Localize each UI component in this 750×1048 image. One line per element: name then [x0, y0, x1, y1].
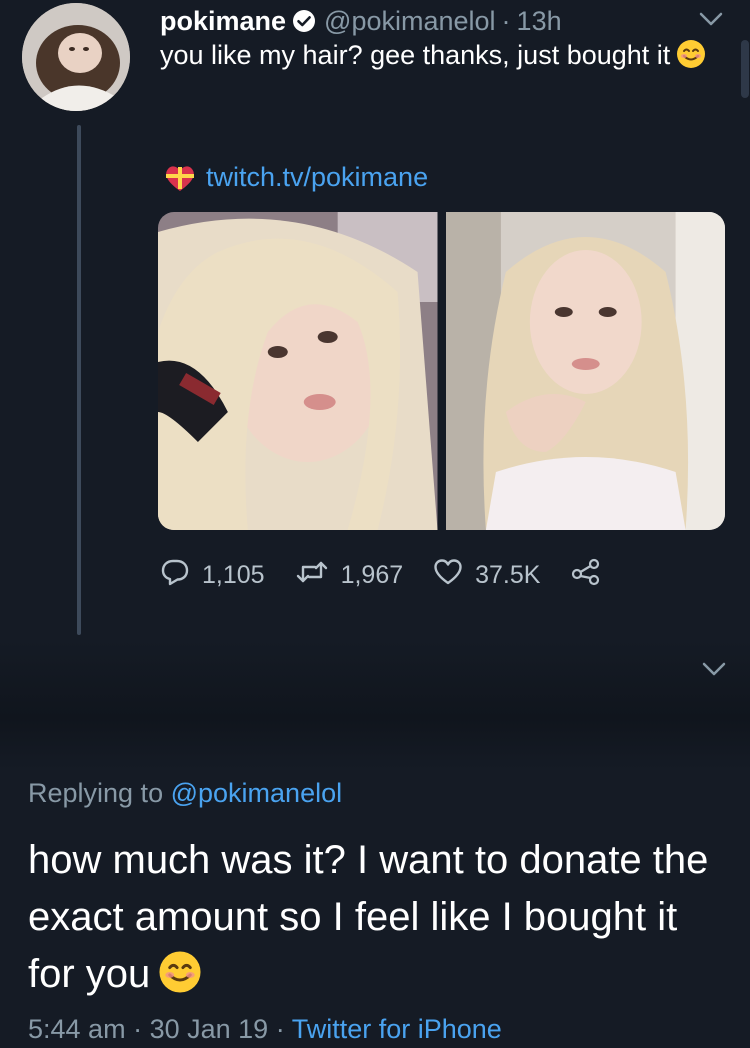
heart-icon — [433, 558, 463, 593]
reply-icon — [160, 558, 190, 593]
separator: · — [133, 1014, 143, 1044]
separator: · — [275, 1014, 285, 1044]
replying-label: Replying to — [28, 778, 164, 808]
handle[interactable]: @pokimanelol — [324, 6, 496, 37]
reply-text: how much was it? I want to donate the ex… — [28, 832, 728, 1010]
reply-date: 30 Jan 19 — [149, 1014, 269, 1044]
reply-time: 5:44 am — [28, 1014, 126, 1044]
thread-line — [77, 125, 81, 635]
share-icon — [570, 558, 602, 593]
photo-1[interactable] — [158, 212, 438, 530]
tweet-body: you like my hair? gee thanks, just bough… — [160, 40, 671, 70]
scrollbar[interactable] — [741, 40, 749, 98]
tweet-actions: 1,105 1,967 37.5K — [160, 558, 602, 593]
gift-heart-emoji — [162, 164, 198, 192]
reply-action[interactable]: 1,105 — [160, 558, 265, 593]
reply-meta: 5:44 am · 30 Jan 19 · Twitter for iPhone — [28, 1014, 502, 1045]
like-count: 37.5K — [475, 561, 541, 589]
replying-to: Replying to @pokimanelol — [28, 778, 342, 809]
link-text[interactable]: twitch.tv/pokimane — [206, 162, 428, 193]
chevron-down-icon[interactable] — [700, 658, 728, 685]
mention-link[interactable]: @pokimanelol — [171, 778, 343, 808]
smiling-face-emoji — [158, 950, 202, 1010]
verified-check-icon — [292, 9, 316, 33]
like-action[interactable]: 37.5K — [433, 558, 540, 593]
share-action[interactable] — [570, 558, 602, 593]
retweet-count: 1,967 — [340, 561, 404, 589]
reply-count: 1,105 — [202, 561, 265, 589]
avatar[interactable] — [22, 3, 130, 111]
timestamp[interactable]: 13h — [517, 6, 562, 37]
media-grid — [158, 212, 725, 530]
obscured-region — [0, 640, 750, 770]
retweet-icon — [295, 559, 329, 592]
tweet-text: you like my hair? gee thanks, just bough… — [160, 38, 730, 77]
reply-body: how much was it? I want to donate the ex… — [28, 838, 709, 996]
twitch-link[interactable]: twitch.tv/pokimane — [162, 162, 428, 193]
photo-2[interactable] — [445, 212, 725, 530]
source-link[interactable]: Twitter for iPhone — [292, 1014, 502, 1044]
separator: · — [501, 5, 511, 36]
chevron-down-icon[interactable] — [697, 8, 725, 35]
retweet-action[interactable]: 1,967 — [295, 559, 404, 592]
tweet-header: pokimane @pokimanelol · 13h — [160, 4, 562, 38]
smiling-face-emoji — [676, 39, 706, 77]
display-name[interactable]: pokimane — [160, 6, 286, 37]
